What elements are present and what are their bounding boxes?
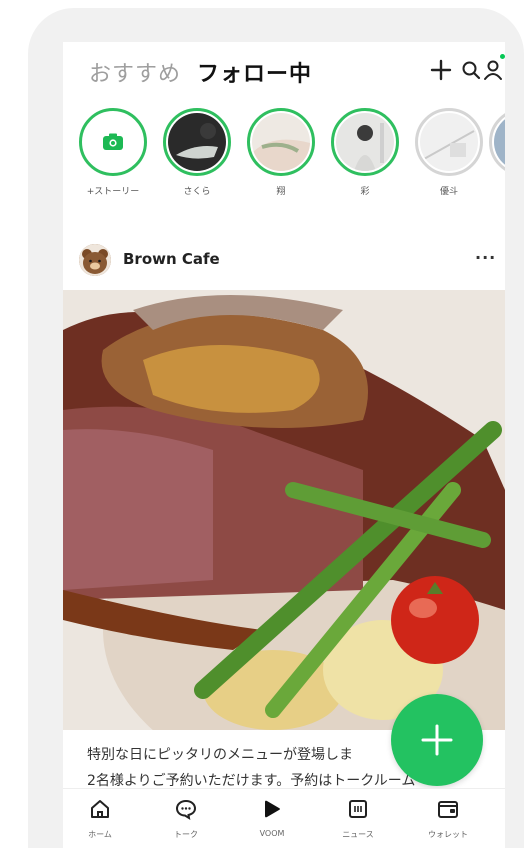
top-header: おすすめ フォロー中: [63, 42, 505, 102]
story-label: さくら: [183, 187, 211, 197]
profile-icon[interactable]: [479, 56, 505, 84]
story-sakura[interactable]: さくら: [157, 108, 237, 197]
bottom-nav: ホーム トーク VOOM ニュース ウォレット: [63, 788, 505, 848]
nav-label: VOOM: [259, 829, 285, 838]
story-label: 翔: [276, 187, 286, 197]
wallet-icon: [438, 801, 458, 818]
story-thumbnail: [420, 113, 478, 171]
story-thumbnail: [336, 113, 394, 171]
story-thumbnail: [252, 113, 310, 171]
nav-label: トーク: [174, 830, 198, 839]
story-label: 優斗: [439, 187, 458, 197]
tab-following[interactable]: フォロー中: [197, 56, 312, 88]
story-sho[interactable]: 翔: [241, 108, 321, 197]
story-thumbnail: [168, 113, 226, 171]
app-screen: おすすめ フォロー中 +ストーリー さくら 翔 彩 優斗 Brown Cafe …: [63, 42, 505, 848]
story-row: +ストーリー さくら 翔 彩 優斗: [63, 108, 505, 218]
story-yuto[interactable]: 優斗: [409, 108, 489, 197]
avatar[interactable]: [79, 244, 111, 276]
story-ring: [331, 108, 399, 176]
story-ring: [247, 108, 315, 176]
nav-wallet[interactable]: ウォレット: [413, 797, 483, 840]
nav-label: ニュース: [342, 830, 374, 839]
story-ring: [79, 108, 147, 176]
plus-icon: [421, 724, 453, 756]
nav-chat[interactable]: トーク: [151, 797, 221, 840]
post-image[interactable]: [63, 290, 505, 730]
nav-label: ホーム: [88, 830, 112, 839]
story-ring: [163, 108, 231, 176]
voom-icon: [265, 800, 280, 818]
news-icon: [349, 800, 367, 818]
story-add[interactable]: +ストーリー: [73, 108, 153, 197]
story-thumbnail: [494, 113, 505, 171]
story-ring: [415, 108, 483, 176]
nav-voom[interactable]: VOOM: [237, 797, 307, 838]
story-aya[interactable]: 彩: [325, 108, 405, 197]
post-author[interactable]: Brown Cafe: [123, 250, 220, 268]
story-label: +ストーリー: [86, 187, 140, 197]
story-label: 彩: [360, 187, 370, 197]
nav-label: ウォレット: [428, 830, 468, 839]
nav-news[interactable]: ニュース: [323, 797, 393, 840]
more-options-icon[interactable]: ···: [475, 248, 496, 267]
tab-recommended[interactable]: おすすめ: [89, 56, 181, 88]
story-partial[interactable]: [489, 108, 505, 176]
chat-icon: [175, 799, 197, 821]
nav-home[interactable]: ホーム: [65, 797, 135, 840]
notification-dot: [500, 54, 505, 59]
camera-icon: [103, 133, 123, 150]
plus-icon[interactable]: [427, 56, 455, 84]
home-icon: [91, 800, 109, 818]
create-post-button[interactable]: [391, 694, 483, 786]
story-ring: [489, 108, 505, 176]
post-header: Brown Cafe ···: [63, 240, 505, 286]
